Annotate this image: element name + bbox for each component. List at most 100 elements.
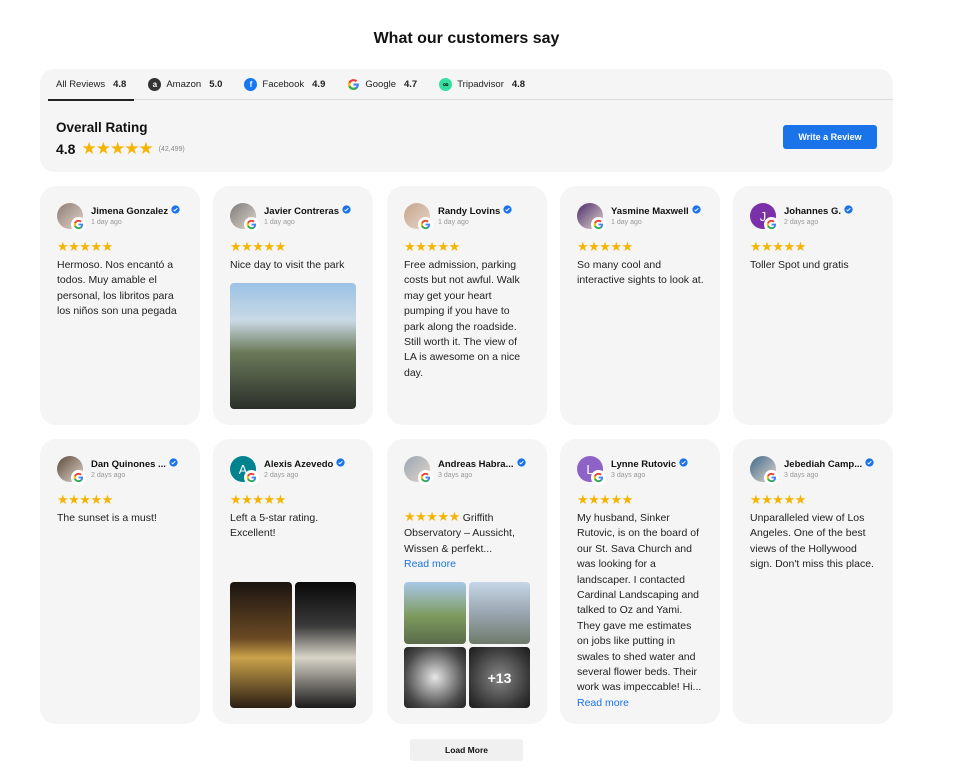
review-text: Toller Spot und gratis — [750, 259, 849, 271]
review-text-block: Nice day to visit the park — [230, 258, 358, 273]
reviewer-name-text: Dan Quinones ... — [91, 458, 166, 470]
google-icon — [591, 470, 606, 485]
verified-icon — [171, 205, 180, 217]
tab-google[interactable]: Google 4.7 — [339, 69, 425, 100]
reviewer-header: Randy Lovins 1 day ago — [404, 203, 530, 233]
review-text: Left a 5-star rating. Excellent! — [230, 512, 319, 540]
star-rating-icon: ★★★★★ — [81, 139, 153, 158]
tab-facebook[interactable]: f Facebook 4.9 — [236, 69, 333, 100]
star-rating-icon: ★★★★★ — [577, 492, 633, 507]
reviewer-name[interactable]: Javier Contreras — [264, 205, 351, 217]
review-card: A Alexis Azevedo 2 days ago ★★★★★ Left a… — [213, 439, 373, 724]
reviewer-header: Andreas Habra... 3 days ago — [404, 456, 530, 486]
google-icon — [244, 470, 259, 485]
reviewer-name[interactable]: Alexis Azevedo — [264, 458, 345, 470]
review-text-block: So many cool and interactive sights to l… — [577, 258, 705, 289]
star-rating-icon: ★★★★★ — [404, 509, 460, 524]
review-date: 1 day ago — [611, 219, 642, 226]
star-rating-icon: ★★★★★ — [57, 492, 113, 507]
star-rating-icon: ★★★★★ — [230, 239, 286, 254]
reviewer-name-text: Lynne Rutovic — [611, 458, 677, 470]
verified-icon — [503, 205, 512, 217]
reviewer-header: Dan Quinones ... 2 days ago — [57, 456, 183, 486]
reviewer-name-text: Andreas Habra... — [438, 458, 514, 470]
read-more-link[interactable]: Read more — [404, 558, 456, 570]
review-text: My husband, Sinker Rutovic, is on the bo… — [577, 512, 702, 694]
review-photo[interactable]: +13 — [469, 647, 530, 708]
reviewer-name-text: Javier Contreras — [264, 205, 339, 217]
tab-all-reviews[interactable]: All Reviews 4.8 — [48, 69, 135, 101]
review-card: Dan Quinones ... 2 days ago ★★★★★ The su… — [40, 439, 200, 724]
tab-label: Amazon — [166, 78, 202, 90]
review-text-block: My husband, Sinker Rutovic, is on the bo… — [577, 511, 705, 711]
review-date: 2 days ago — [264, 472, 299, 479]
review-card: Jebediah Camp... 3 days ago ★★★★★ Unpara… — [733, 439, 893, 724]
review-text-block: The sunset is a must! — [57, 511, 185, 526]
google-icon — [71, 217, 86, 232]
review-text-block: Left a 5-star rating. Excellent! — [230, 511, 358, 542]
page-title: What our customers say — [373, 30, 560, 47]
verified-icon — [169, 458, 178, 470]
review-text-block: Hermoso. Nos encantó a todos. Muy amable… — [57, 258, 185, 320]
rating-panel: All Reviews 4.8 a Amazon 5.0 f Facebook 4.9… — [40, 69, 893, 172]
reviewer-name-text: Randy Lovins — [438, 205, 501, 217]
google-icon — [418, 470, 433, 485]
review-card: Jimena Gonzalez 1 day ago ★★★★★ Hermoso.… — [40, 186, 200, 425]
verified-icon — [865, 458, 874, 470]
verified-icon — [844, 205, 853, 217]
review-photo[interactable] — [469, 582, 530, 644]
tab-label: Tripadvisor — [457, 78, 504, 90]
reviewer-header: Jebediah Camp... 3 days ago — [750, 456, 876, 486]
overall-rating: 4.8 ★★★★★ (42,499) — [56, 139, 185, 159]
review-date: 1 day ago — [91, 219, 122, 226]
tab-label: Google — [365, 78, 396, 90]
tab-label: All Reviews — [56, 78, 106, 90]
review-card: Andreas Habra... 3 days ago ★★★★★ Griffi… — [387, 439, 547, 724]
reviewer-name[interactable]: Jimena Gonzalez — [91, 205, 180, 217]
amazon-icon: a — [148, 77, 162, 91]
review-card: Javier Contreras 1 day ago ★★★★★ Nice da… — [213, 186, 373, 425]
reviewer-name-text: Yasmine Maxwell — [611, 205, 689, 217]
reviewer-header: A Alexis Azevedo 2 days ago — [230, 456, 356, 486]
tab-amazon[interactable]: a Amazon 5.0 — [140, 69, 230, 100]
review-photo[interactable] — [404, 582, 466, 644]
tab-rating: 5.0 — [209, 78, 223, 90]
reviewer-name[interactable]: Andreas Habra... — [438, 458, 526, 470]
review-card: J Johannes G. 2 days ago ★★★★★ Toller Sp… — [733, 186, 893, 425]
reviewer-header: L Lynne Rutovic 3 days ago — [577, 456, 703, 486]
tab-tripadvisor[interactable]: ∞ Tripadvisor 4.8 — [431, 69, 533, 100]
read-more-link[interactable]: Read more — [577, 697, 629, 709]
review-photo[interactable] — [404, 647, 466, 708]
reviewer-name[interactable]: Randy Lovins — [438, 205, 512, 217]
reviewer-name[interactable]: Lynne Rutovic — [611, 458, 688, 470]
review-photo[interactable] — [295, 582, 356, 708]
reviewer-name[interactable]: Yasmine Maxwell — [611, 205, 701, 217]
review-card: Randy Lovins 1 day ago ★★★★★ Free admiss… — [387, 186, 547, 425]
verified-icon — [516, 458, 526, 470]
review-card: Yasmine Maxwell 1 day ago ★★★★★ So many … — [560, 186, 720, 425]
review-date: 3 days ago — [438, 472, 473, 479]
verified-icon — [342, 205, 351, 217]
overall-rating-label: Overall Rating — [56, 120, 148, 135]
reviewer-name[interactable]: Johannes G. — [784, 205, 853, 217]
review-text: Hermoso. Nos encantó a todos. Muy amable… — [57, 259, 177, 318]
reviewer-name[interactable]: Jebediah Camp... — [784, 458, 874, 470]
review-text: Free admission, parking costs but not aw… — [404, 259, 521, 379]
reviewer-name[interactable]: Dan Quinones ... — [91, 458, 178, 470]
load-more-button[interactable]: Load More — [410, 739, 523, 761]
review-photo[interactable] — [230, 582, 292, 708]
write-review-button[interactable]: Write a Review — [783, 125, 877, 149]
facebook-icon: f — [244, 77, 258, 91]
review-date: 3 days ago — [784, 472, 819, 479]
reviewer-header: Yasmine Maxwell 1 day ago — [577, 203, 703, 233]
verified-icon — [692, 205, 701, 217]
review-text-block: ★★★★★ Griffith Observatory – Aussicht, W… — [404, 509, 532, 573]
review-date: 1 day ago — [264, 219, 295, 226]
google-icon — [347, 78, 360, 91]
review-card: L Lynne Rutovic 3 days ago ★★★★★ My husb… — [560, 439, 720, 724]
review-date: 2 days ago — [784, 219, 819, 226]
reviewer-header: J Johannes G. 2 days ago — [750, 203, 876, 233]
review-photo[interactable] — [230, 283, 356, 409]
reviewer-header: Javier Contreras 1 day ago — [230, 203, 356, 233]
review-text: Nice day to visit the park — [230, 259, 345, 271]
